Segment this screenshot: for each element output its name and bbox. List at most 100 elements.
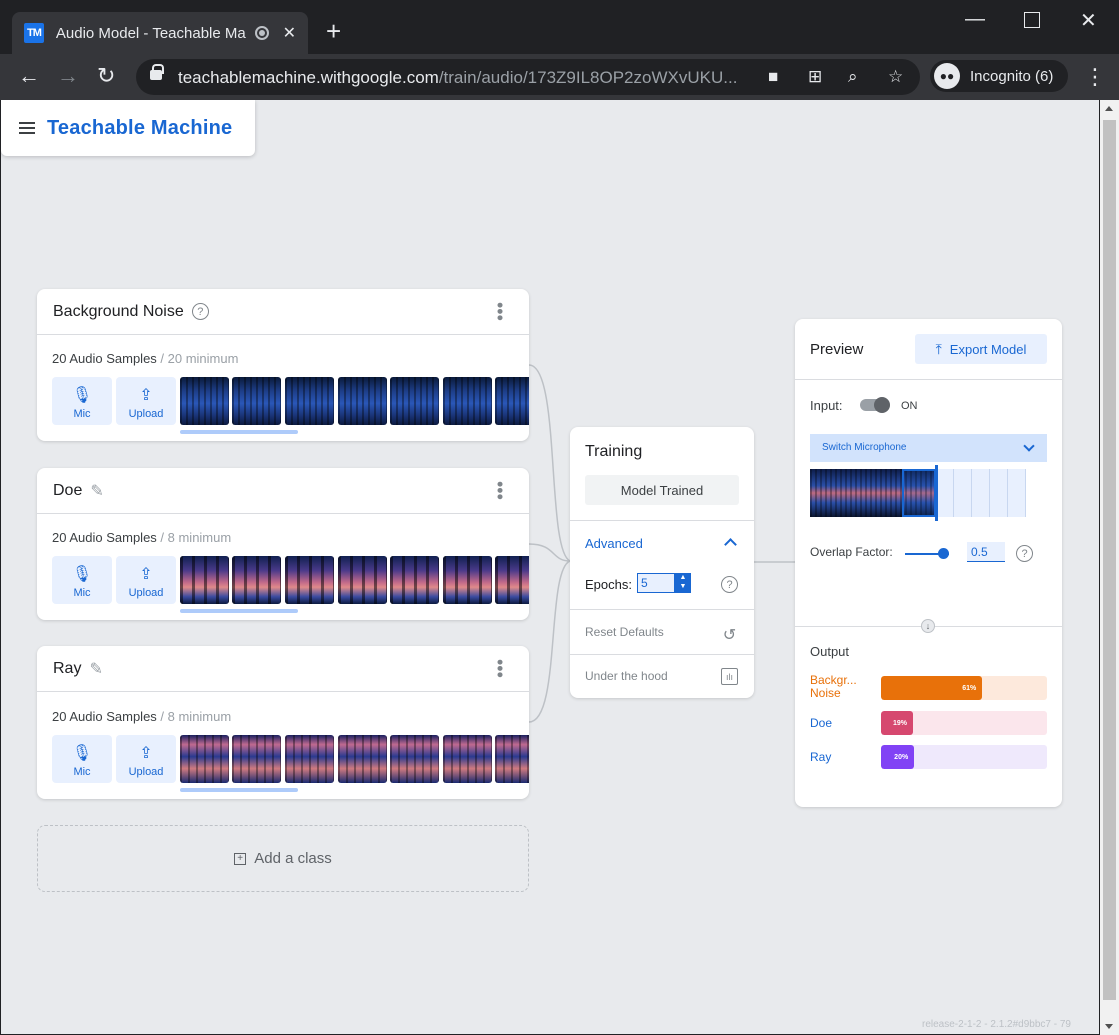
output-bar: 61% [881,676,1047,700]
page-scrollbar[interactable] [1100,100,1119,1035]
export-icon: ⤒ [935,340,942,357]
sample-thumbnail[interactable] [180,735,229,783]
class-header: Background Noise ? ••• [37,289,529,335]
sample-thumbnails[interactable] [180,735,529,783]
page-content: Teachable Machine Background Noise ? •••… [1,100,1099,1034]
scroll-down-icon[interactable] [1105,1024,1113,1029]
overlap-factor-input[interactable]: 0.5 [967,542,1005,562]
output-bar-fill: 19% [881,711,913,735]
help-icon[interactable]: ? [721,576,738,593]
sample-thumbnail[interactable] [180,556,229,604]
sample-thumbnail[interactable] [338,735,387,783]
incognito-profile[interactable]: ●● Incognito (6) [930,60,1068,92]
sample-thumbnail[interactable] [232,735,281,783]
epochs-stepper[interactable]: ▲ ▼ [675,573,691,593]
camera-icon[interactable]: ■ [768,67,778,87]
output-title: Output [810,644,850,659]
tab-close-icon[interactable]: ✕ [283,23,296,43]
epochs-input[interactable]: 5 [637,573,675,593]
browser-menu-icon[interactable]: ⋮ [1084,64,1106,90]
class-header: Ray ✎ ••• [37,646,529,692]
under-the-hood-button[interactable]: Under the hood [585,669,668,683]
class-card-ray: Ray ✎ ••• 20 Audio Samples / 8 minimum 🎙… [37,646,529,799]
forward-icon[interactable]: → [57,64,79,88]
switch-microphone-select[interactable]: Switch Microphone [810,434,1047,462]
sample-thumbnail[interactable] [232,556,281,604]
training-title: Training [585,443,643,460]
back-icon[interactable]: ← [18,64,40,88]
close-window-icon[interactable]: ✕ [1080,8,1097,33]
class-name[interactable]: Doe [53,482,82,500]
class-options-icon[interactable]: ••• [490,481,510,500]
overlap-slider-knob[interactable] [938,548,949,559]
train-model-button[interactable]: Model Trained [585,475,739,505]
chevron-up-icon[interactable] [724,538,737,551]
browser-tab[interactable]: TM Audio Model - Teachable Ma ✕ [12,12,308,54]
sample-thumbnail[interactable] [180,377,229,425]
tab-favicon: TM [24,23,44,43]
bookmark-star-icon[interactable]: ☆ [888,67,903,87]
sample-thumbnail[interactable] [285,556,334,604]
reload-icon[interactable]: ↻ [97,64,115,88]
add-icon: + [234,852,247,865]
thumbnail-scroll-indicator[interactable] [180,788,298,792]
scrollbar-thumb[interactable] [1103,120,1116,1000]
sample-thumbnail[interactable] [390,377,439,425]
minimize-icon[interactable]: — [965,8,985,31]
sample-thumbnail[interactable] [232,377,281,425]
mic-button[interactable]: 🎙 Mic [52,377,112,425]
mic-icon: 🎙 [71,566,93,583]
help-icon[interactable]: ? [191,303,209,320]
upload-button[interactable]: ⇪ Upload [116,556,176,604]
history-icon[interactable]: ↺ [721,626,738,644]
new-tab-button[interactable]: + [326,16,341,46]
class-options-icon[interactable]: ••• [490,659,510,678]
thumbnail-scroll-indicator[interactable] [180,609,298,613]
zoom-icon[interactable]: ⌕ [848,67,858,87]
thumbnail-scroll-indicator[interactable] [180,430,298,434]
preview-panel: Preview ⤒ Export Model Input: ON Switch … [795,319,1062,807]
reset-defaults-button[interactable]: Reset Defaults [585,625,664,639]
sample-thumbnail[interactable] [495,556,529,604]
input-label: Input: [810,398,843,413]
edit-pencil-icon[interactable]: ✎ [89,659,102,679]
sample-thumbnail[interactable] [390,556,439,604]
export-model-button[interactable]: ⤒ Export Model [915,334,1047,364]
output-bar-fill: 61% [881,676,983,700]
upload-button[interactable]: ⇪ Upload [116,377,176,425]
advanced-toggle[interactable]: Advanced [585,536,643,551]
scroll-up-icon[interactable] [1105,106,1113,111]
class-name[interactable]: Background Noise [53,303,184,321]
sample-thumbnail[interactable] [495,735,529,783]
sample-thumbnail[interactable] [443,556,492,604]
sample-thumbnail[interactable] [443,735,492,783]
edit-pencil-icon[interactable]: ✎ [90,481,103,501]
lock-icon [150,64,164,80]
overlap-factor-label: Overlap Factor: [810,545,893,559]
upload-button[interactable]: ⇪ Upload [116,735,176,783]
sample-thumbnails[interactable] [180,556,529,604]
upload-icon: ⇪ [139,566,153,583]
mic-button[interactable]: 🎙 Mic [52,556,112,604]
input-toggle[interactable] [860,397,890,413]
toggle-knob[interactable] [874,397,890,413]
address-bar[interactable]: teachablemachine.withgoogle.com/train/au… [136,59,920,95]
sample-thumbnail[interactable] [443,377,492,425]
bar-chart-icon[interactable]: ılı [721,668,738,685]
mic-button[interactable]: 🎙 Mic [52,735,112,783]
sample-thumbnail[interactable] [285,735,334,783]
version-label: release-2-1-2 - 2.1.2#d9bbc7 - 79 [922,1019,1071,1030]
translate-icon[interactable]: ⊞ [808,67,822,87]
sample-thumbnail[interactable] [495,377,529,425]
sample-thumbnails[interactable] [180,377,529,425]
sample-thumbnail[interactable] [338,377,387,425]
sample-thumbnail[interactable] [338,556,387,604]
class-options-icon[interactable]: ••• [490,302,510,321]
add-class-button[interactable]: + Add a class [37,825,529,892]
incognito-icon: ●● [934,63,960,89]
help-icon[interactable]: ? [1016,545,1033,562]
class-name[interactable]: Ray [53,660,81,678]
sample-thumbnail[interactable] [390,735,439,783]
maximize-icon[interactable] [1024,12,1040,28]
sample-thumbnail[interactable] [285,377,334,425]
